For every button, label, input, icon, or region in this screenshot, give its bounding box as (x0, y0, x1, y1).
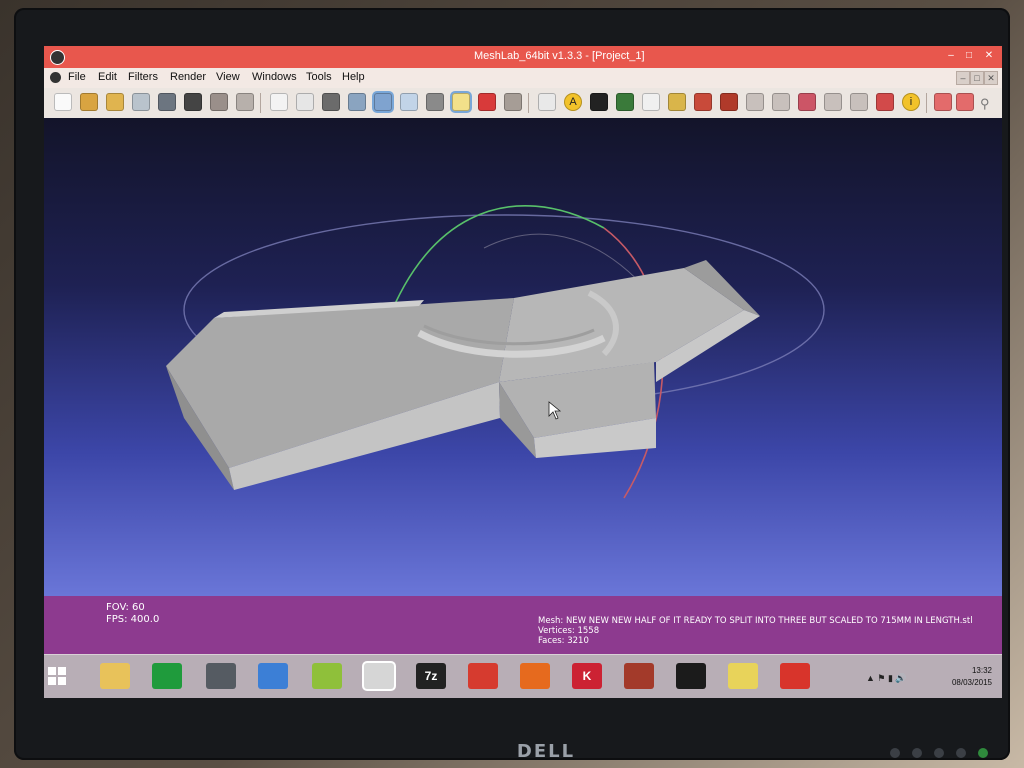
minimize-button[interactable]: – (944, 49, 958, 63)
taskbar-file-explorer-icon[interactable] (100, 663, 130, 689)
taskbar: 7z K ▲ ⚑ ▮ 🔊 13:32 08/03/2015 (44, 654, 1002, 698)
annotate-icon[interactable]: A (564, 93, 582, 111)
light-bulb-icon[interactable] (452, 93, 470, 111)
menu-view[interactable]: View (216, 71, 240, 83)
toolbar-separator (926, 93, 927, 113)
flat-shading-icon[interactable] (374, 93, 392, 111)
menu-filters[interactable]: Filters (128, 71, 158, 83)
clock-date: 08/03/2015 (951, 678, 992, 687)
bbox-icon[interactable] (270, 93, 288, 111)
document-icon (50, 72, 61, 83)
taskbar-k-app-icon[interactable]: K (572, 663, 602, 689)
wireframe-icon[interactable] (322, 93, 340, 111)
taskbar-game-app-icon[interactable] (624, 663, 654, 689)
monitor-button[interactable] (956, 748, 966, 758)
close-button[interactable]: ✕ (982, 49, 996, 63)
paint-brush-icon[interactable] (694, 93, 712, 111)
window-title: MeshLab_64bit v1.3.3 - [Project_1] (474, 50, 645, 62)
reload-icon[interactable] (132, 93, 150, 111)
hidden-lines-icon[interactable] (348, 93, 366, 111)
clock[interactable]: 13:32 08/03/2015 (932, 665, 992, 689)
vertices-label: Vertices: 1558 (538, 626, 600, 636)
menu-bar: File Edit Filters Render View Windows To… (44, 68, 1002, 89)
taskbar-shield-app-icon[interactable] (728, 663, 758, 689)
mesh-name-label: Mesh: NEW NEW NEW HALF OF IT READY TO SP… (538, 616, 973, 626)
menu-file[interactable]: File (68, 71, 86, 83)
doc-minimize-button[interactable]: – (956, 71, 970, 85)
color-icon[interactable] (504, 93, 522, 111)
taskbar-terminal-icon[interactable] (676, 663, 706, 689)
taskbar-search-app-icon[interactable] (206, 663, 236, 689)
search-icon[interactable]: ⚲ (980, 96, 990, 112)
snapshot-icon[interactable] (184, 93, 202, 111)
3d-viewport[interactable] (44, 118, 1002, 596)
taskbar-lime-app-icon[interactable] (312, 663, 342, 689)
monitor-button[interactable] (934, 748, 944, 758)
taskbar-store-icon[interactable] (152, 663, 182, 689)
windows-start-icon[interactable] (48, 667, 66, 685)
menu-help[interactable]: Help (342, 71, 365, 83)
taskbar-sketchup-icon[interactable] (468, 663, 498, 689)
toolbar-separator (260, 93, 261, 113)
doc-close-button[interactable]: ✕ (984, 71, 998, 85)
new-file-icon[interactable] (54, 93, 72, 111)
title-bar: MeshLab_64bit v1.3.3 - [Project_1] – □ ✕ (44, 46, 1002, 68)
meshlab-app-icon (50, 50, 65, 65)
menu-windows[interactable]: Windows (252, 71, 297, 83)
layer-dialog-icon[interactable] (236, 93, 254, 111)
layers-icon[interactable] (210, 93, 228, 111)
open-folder-icon[interactable] (80, 93, 98, 111)
taskbar-firefox-icon[interactable] (520, 663, 550, 689)
toolbar-separator (528, 93, 529, 113)
fps-label: FPS: 400.0 (106, 614, 160, 625)
delete-faces-icon[interactable] (956, 93, 974, 111)
taskbar-7zip-icon[interactable]: 7z (416, 663, 446, 689)
system-tray-icons[interactable]: ▲ ⚑ ▮ 🔊 (866, 673, 907, 684)
toolbar: A i ⚲ (44, 88, 1002, 119)
monitor-button[interactable] (912, 748, 922, 758)
monitor-buttons (890, 748, 988, 758)
mesh-render (166, 205, 825, 499)
trackball-icon[interactable] (538, 93, 556, 111)
menu-render[interactable]: Render (170, 71, 206, 83)
mesh-right-top (499, 268, 744, 382)
edit-reference-icon[interactable] (876, 93, 894, 111)
gear-icon[interactable] (616, 93, 634, 111)
fov-label: FOV: 60 (106, 602, 145, 613)
smooth-shading-icon[interactable] (400, 93, 418, 111)
render-mode-icon[interactable] (590, 93, 608, 111)
taskbar-network-app-icon[interactable] (258, 663, 288, 689)
measure-icon[interactable] (668, 93, 686, 111)
points-icon[interactable] (296, 93, 314, 111)
backface-icon[interactable] (478, 93, 496, 111)
axes-icon[interactable] (642, 93, 660, 111)
pick-points-icon[interactable] (798, 93, 816, 111)
menu-tools[interactable]: Tools (306, 71, 332, 83)
z-paint-icon[interactable] (720, 93, 738, 111)
maximize-button[interactable]: □ (962, 49, 976, 63)
clock-time: 13:32 (971, 666, 992, 675)
texture-icon[interactable] (426, 93, 444, 111)
select-vertices-icon[interactable] (746, 93, 764, 111)
monitor-brand-logo: DELL (516, 741, 576, 762)
save-icon[interactable] (158, 93, 176, 111)
taskbar-red-app-icon[interactable] (780, 663, 810, 689)
open-project-icon[interactable] (106, 93, 124, 111)
screen: MeshLab_64bit v1.3.3 - [Project_1] – □ ✕… (44, 46, 1002, 698)
monitor-button[interactable] (890, 748, 900, 758)
info-bar: FOV: 60 FPS: 400.0 Mesh: NEW NEW NEW HAL… (44, 596, 1002, 654)
taskbar-meshlab-icon[interactable] (364, 663, 394, 689)
align-icon[interactable] (824, 93, 842, 111)
menu-edit[interactable]: Edit (98, 71, 117, 83)
doc-restore-button[interactable]: □ (970, 71, 984, 85)
faces-label: Faces: 3210 (538, 636, 589, 646)
select-faces-icon[interactable] (772, 93, 790, 111)
power-button[interactable] (978, 748, 988, 758)
info-icon[interactable]: i (902, 93, 920, 111)
delete-vertices-icon[interactable] (934, 93, 952, 111)
manipulator-icon[interactable] (850, 93, 868, 111)
